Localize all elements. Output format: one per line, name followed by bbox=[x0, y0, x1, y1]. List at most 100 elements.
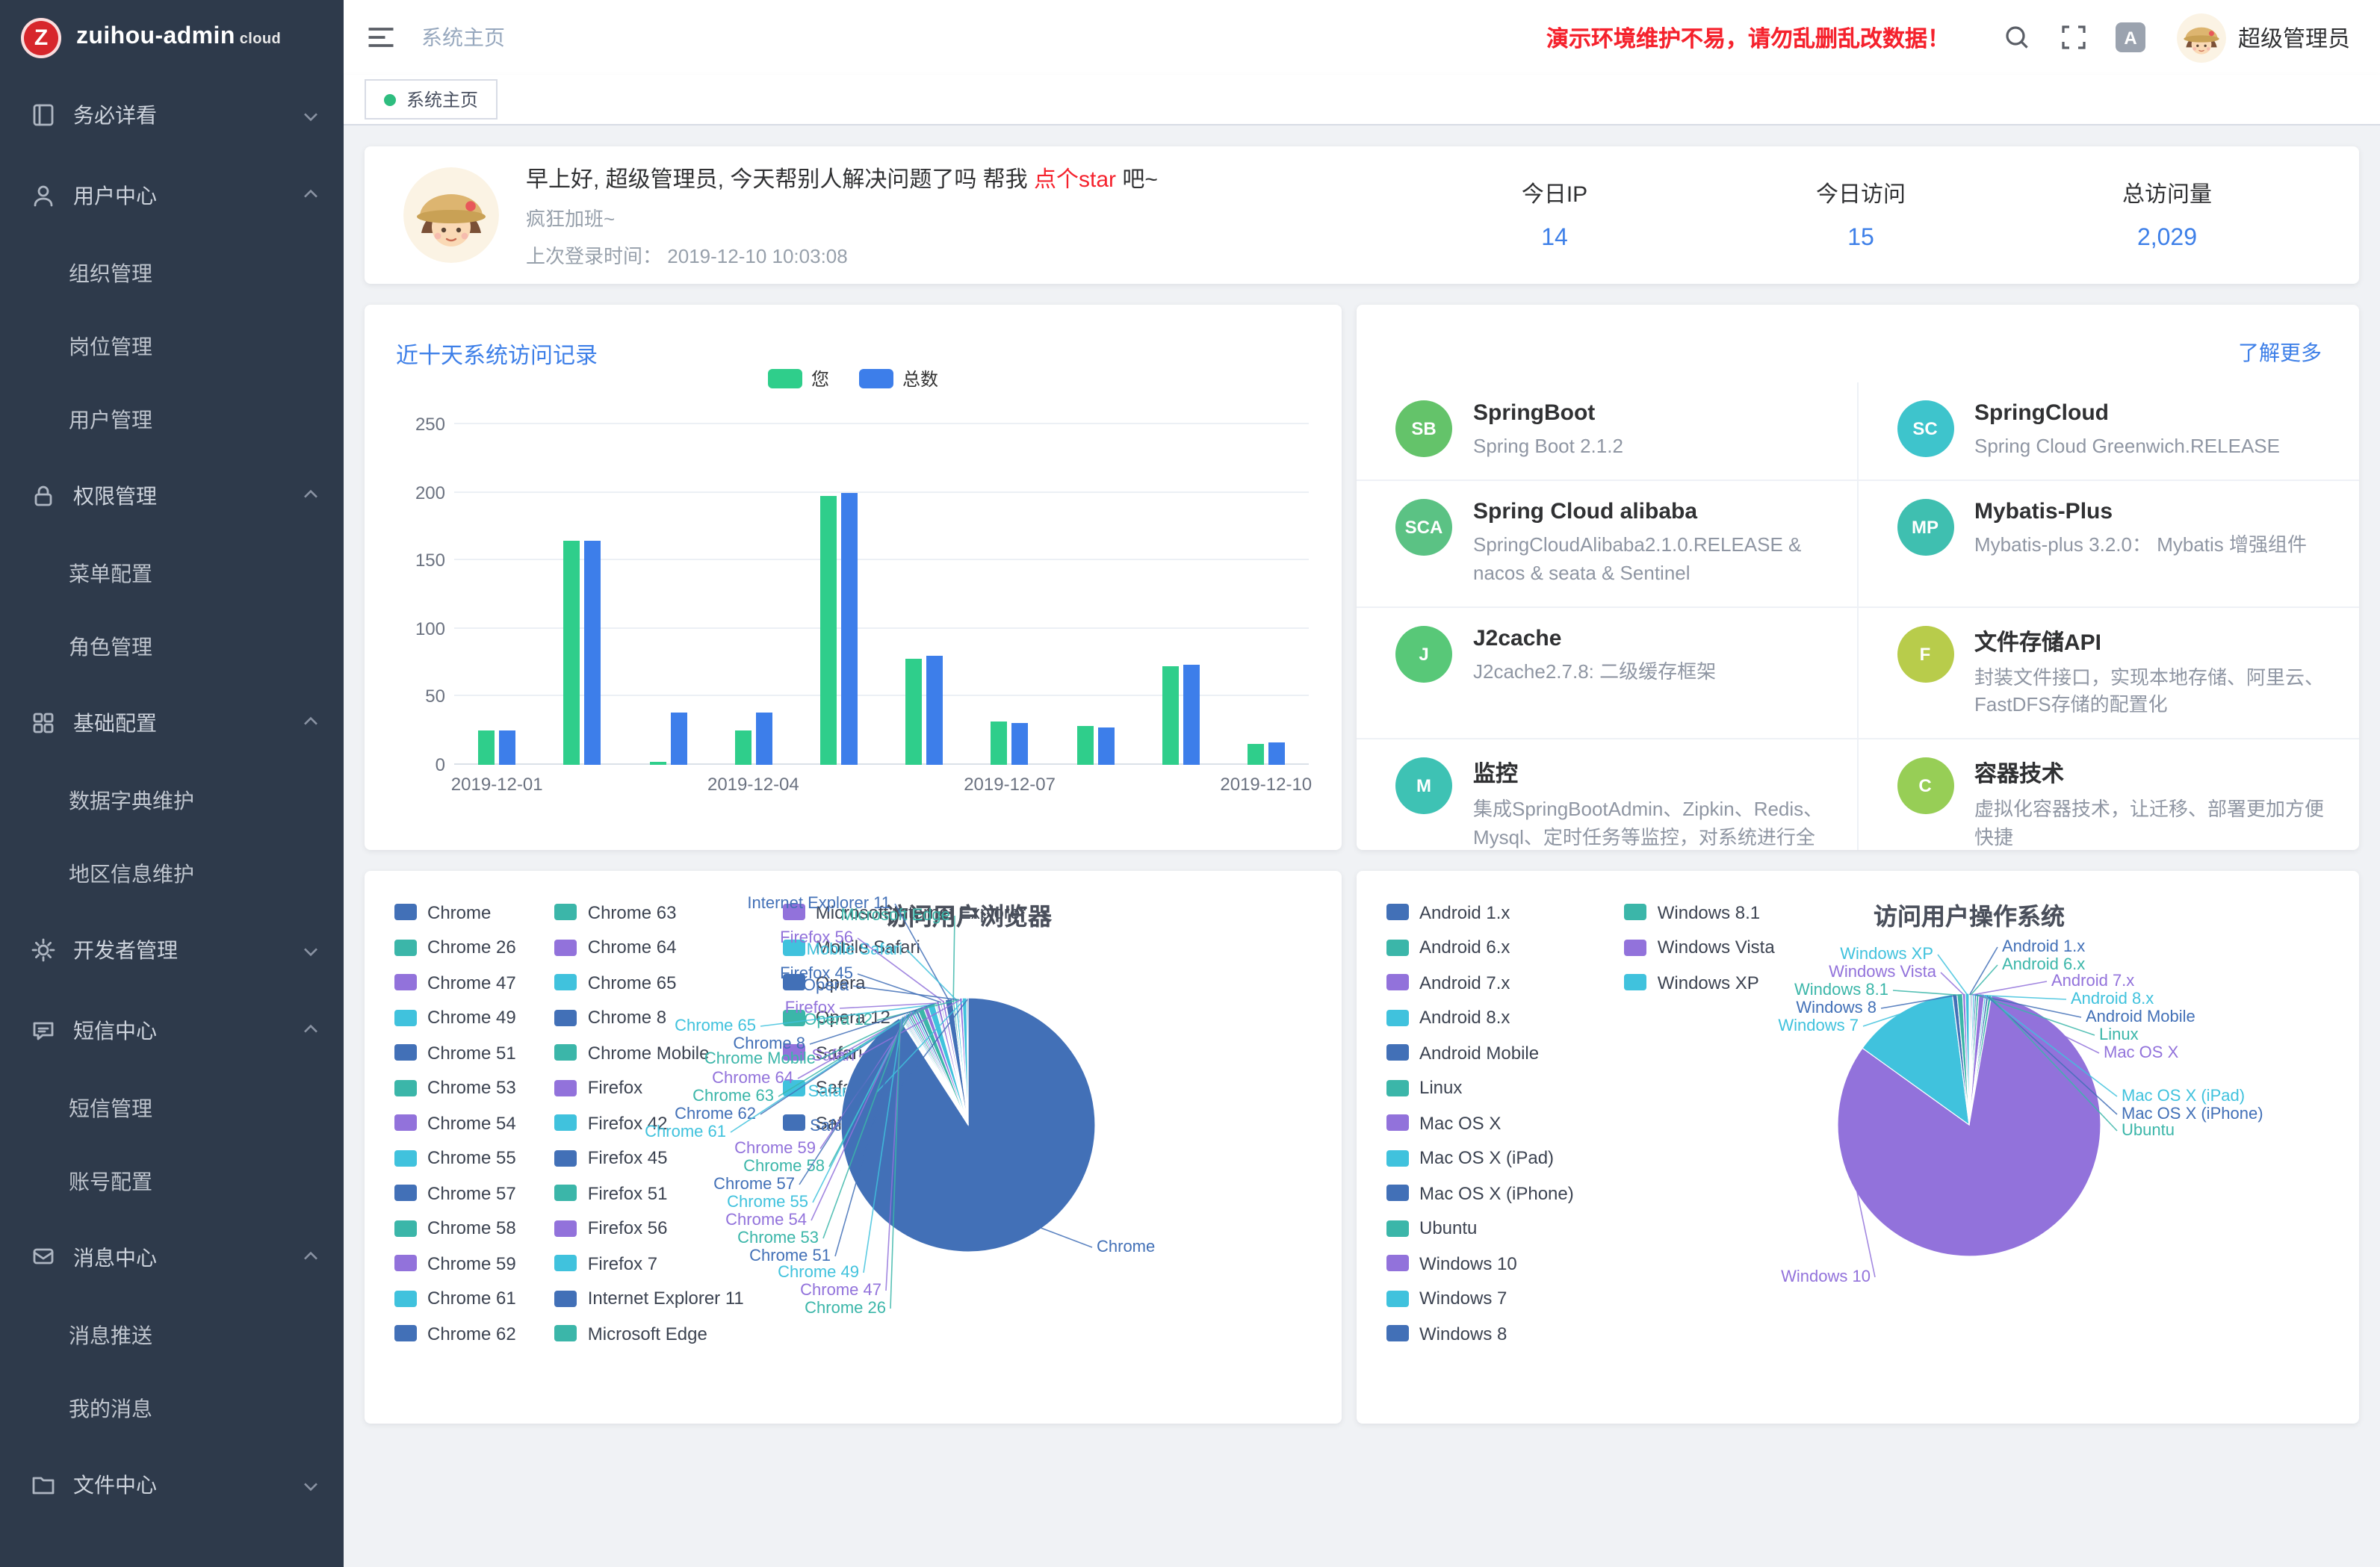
legend-item-android-7-x[interactable]: Android 7.x bbox=[1386, 965, 1574, 1000]
legend-item-android-1-x[interactable]: Android 1.x bbox=[1386, 895, 1574, 930]
legend-item-windows-7[interactable]: Windows 7 bbox=[1386, 1281, 1574, 1316]
legend-item-chrome-26[interactable]: Chrome 26 bbox=[394, 930, 516, 965]
legend-item-safari[interactable]: Safari bbox=[783, 1035, 1026, 1070]
legend-item-chrome-62[interactable]: Chrome 62 bbox=[394, 1316, 516, 1351]
legend-item-chrome-mobile[interactable]: Chrome Mobile bbox=[555, 1035, 744, 1070]
legend-label: Chrome Mobile bbox=[588, 1043, 710, 1064]
avatar[interactable] bbox=[2177, 13, 2226, 62]
tab-home[interactable]: 系统主页 bbox=[365, 79, 498, 120]
bar-您-2019-12-06 bbox=[905, 659, 922, 765]
legend-item-chrome-57[interactable]: Chrome 57 bbox=[394, 1176, 516, 1211]
legend-item-microsoft-edge[interactable]: Microsoft Edge bbox=[555, 1316, 744, 1351]
legend-item-android-mobile[interactable]: Android Mobile bbox=[1386, 1035, 1574, 1070]
legend-item-ubuntu[interactable]: Ubuntu bbox=[1386, 1211, 1574, 1246]
legend-item-windows-vista[interactable]: Windows Vista bbox=[1625, 930, 1775, 965]
legend-item-safari-11[interactable]: Safari 11 bbox=[783, 1070, 1026, 1105]
legend-item-opera[interactable]: Opera bbox=[783, 965, 1026, 1000]
sidebar-subitem-3-1[interactable]: 地区信息维护 bbox=[0, 837, 344, 910]
legend-item-firefox-45[interactable]: Firefox 45 bbox=[555, 1141, 744, 1176]
legend-item-chrome-47[interactable]: Chrome 47 bbox=[394, 965, 516, 1000]
sidebar-item-1[interactable]: 用户中心 bbox=[0, 155, 344, 236]
legend-item-windows-10[interactable]: Windows 10 bbox=[1386, 1246, 1574, 1281]
learn-more-link[interactable]: 了解更多 bbox=[2238, 338, 2322, 367]
legend-item-firefox-42[interactable]: Firefox 42 bbox=[555, 1105, 744, 1141]
pie-label-mac-os-x-iphone: Mac OS X (iPhone) bbox=[2122, 1105, 2263, 1123]
legend-item-linux[interactable]: Linux bbox=[1386, 1070, 1574, 1105]
legend-item-firefox-51[interactable]: Firefox 51 bbox=[555, 1176, 744, 1211]
legend-item-chrome-61[interactable]: Chrome 61 bbox=[394, 1281, 516, 1316]
feature-desc: Spring Boot 2.1.2 bbox=[1473, 433, 1623, 462]
sidebar-item-2[interactable]: 权限管理 bbox=[0, 456, 344, 536]
legend-item-internet-explorer-11[interactable]: Internet Explorer 11 bbox=[555, 1281, 744, 1316]
legend-item-mobile-safari[interactable]: Mobile Safari bbox=[783, 930, 1026, 965]
legend-item-firefox[interactable]: Firefox bbox=[555, 1070, 744, 1105]
feature-badge: SC bbox=[1897, 400, 1953, 457]
legend-label: Chrome 47 bbox=[427, 972, 516, 993]
star-link[interactable]: 点个star bbox=[1034, 167, 1116, 192]
sidebar-item-3[interactable]: 基础配置 bbox=[0, 683, 344, 763]
legend-item-chrome-53[interactable]: Chrome 53 bbox=[394, 1070, 516, 1105]
legend-label: Android 8.x bbox=[1419, 1008, 1510, 1028]
legend-item-chrome-55[interactable]: Chrome 55 bbox=[394, 1141, 516, 1176]
legend-item-chrome[interactable]: Chrome bbox=[394, 895, 516, 930]
sidebar-subitem-3-0[interactable]: 数据字典维护 bbox=[0, 763, 344, 837]
legend-item-您[interactable]: 您 bbox=[768, 366, 829, 391]
sidebar-subitem-6-0[interactable]: 消息推送 bbox=[0, 1298, 344, 1371]
legend-item-windows-8-1[interactable]: Windows 8.1 bbox=[1625, 895, 1775, 930]
legend-item-chrome-58[interactable]: Chrome 58 bbox=[394, 1211, 516, 1246]
username[interactable]: 超级管理员 bbox=[2238, 22, 2350, 53]
fullscreen-icon[interactable] bbox=[2059, 22, 2089, 52]
sidebar-subitem-2-0[interactable]: 菜单配置 bbox=[0, 536, 344, 609]
legend-item-chrome-63[interactable]: Chrome 63 bbox=[555, 895, 744, 930]
sidebar-item-5[interactable]: 短信中心 bbox=[0, 990, 344, 1071]
sidebar-item-7[interactable]: 文件中心 bbox=[0, 1445, 344, 1525]
legend-item-chrome-59[interactable]: Chrome 59 bbox=[394, 1246, 516, 1281]
callout-line-windows-8-1 bbox=[1893, 990, 1960, 995]
legend-item-opera-12[interactable]: Opera 12 bbox=[783, 1000, 1026, 1035]
legend-item-android-6-x[interactable]: Android 6.x bbox=[1386, 930, 1574, 965]
sidebar-subitem-label: 用户管理 bbox=[69, 404, 344, 434]
x-tick-label: 2019-12-04 bbox=[707, 774, 799, 795]
sidebar-item-0[interactable]: 务必详看 bbox=[0, 75, 344, 155]
sidebar-item-4[interactable]: 开发者管理 bbox=[0, 910, 344, 990]
legend-swatch bbox=[555, 1326, 577, 1342]
sidebar-subitem-5-0[interactable]: 短信管理 bbox=[0, 1071, 344, 1144]
legend-item-safari-9[interactable]: Safari 9 bbox=[783, 1105, 1026, 1141]
pie-slice-android-1-x bbox=[1969, 993, 1970, 1125]
legend-item-chrome-51[interactable]: Chrome 51 bbox=[394, 1035, 516, 1070]
search-icon[interactable] bbox=[2002, 22, 2032, 52]
legend-item-chrome-65[interactable]: Chrome 65 bbox=[555, 965, 744, 1000]
sidebar-item-6[interactable]: 消息中心 bbox=[0, 1217, 344, 1298]
legend-item-chrome-49[interactable]: Chrome 49 bbox=[394, 1000, 516, 1035]
legend-item-chrome-54[interactable]: Chrome 54 bbox=[394, 1105, 516, 1141]
logo[interactable]: Z zuihou-admincloud bbox=[0, 0, 344, 75]
font-size-icon[interactable]: A bbox=[2116, 22, 2145, 52]
legend-item-windows-xp[interactable]: Windows XP bbox=[1625, 965, 1775, 1000]
sidebar-subitem-5-1[interactable]: 账号配置 bbox=[0, 1144, 344, 1217]
feature-badge: MP bbox=[1897, 499, 1953, 556]
sidebar-subitem-6-1[interactable]: 我的消息 bbox=[0, 1371, 344, 1445]
legend-item-mac-os-x[interactable]: Mac OS X bbox=[1386, 1105, 1574, 1141]
logo-title: zuihou-admincloud bbox=[76, 24, 281, 51]
sidebar-subitem-1-1[interactable]: 岗位管理 bbox=[0, 309, 344, 382]
legend-item-windows-8[interactable]: Windows 8 bbox=[1386, 1316, 1574, 1351]
feature-body: 容器技术虚拟化容器技术，让迁移、部署更加方便快捷 bbox=[1974, 757, 2335, 850]
legend-swatch bbox=[859, 369, 893, 388]
legend-item-chrome-64[interactable]: Chrome 64 bbox=[555, 930, 744, 965]
legend-item-chrome-8[interactable]: Chrome 8 bbox=[555, 1000, 744, 1035]
collapse-sidebar-icon[interactable] bbox=[365, 21, 397, 54]
breadcrumb[interactable]: 系统主页 bbox=[421, 22, 505, 52]
legend-item-总数[interactable]: 总数 bbox=[859, 366, 938, 391]
legend-swatch bbox=[394, 1045, 417, 1061]
feature-title: J2cache bbox=[1473, 625, 1716, 651]
legend-item-mac-os-x-iphone[interactable]: Mac OS X (iPhone) bbox=[1386, 1176, 1574, 1211]
legend-item-firefox-56[interactable]: Firefox 56 bbox=[555, 1211, 744, 1246]
legend-item-firefox-7[interactable]: Firefox 7 bbox=[555, 1246, 744, 1281]
sidebar-subitem-2-1[interactable]: 角色管理 bbox=[0, 609, 344, 683]
stat-2: 总访问量2,029 bbox=[2014, 178, 2320, 252]
legend-item-android-8-x[interactable]: Android 8.x bbox=[1386, 1000, 1574, 1035]
sidebar-subitem-1-0[interactable]: 组织管理 bbox=[0, 236, 344, 309]
legend-item-mac-os-x-ipad[interactable]: Mac OS X (iPad) bbox=[1386, 1141, 1574, 1176]
svg-text:A: A bbox=[2124, 28, 2136, 49]
sidebar-subitem-1-2[interactable]: 用户管理 bbox=[0, 382, 344, 456]
